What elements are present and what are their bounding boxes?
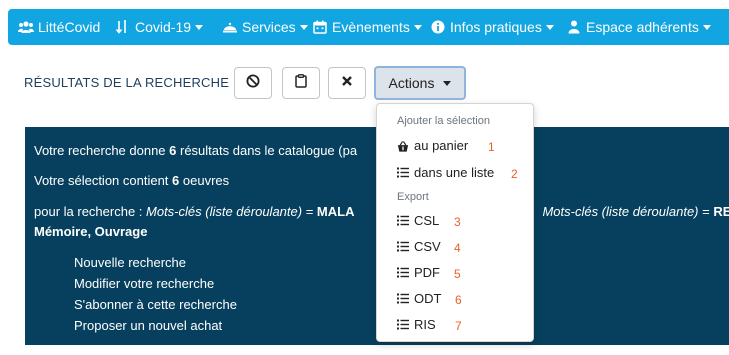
close-button[interactable]: [328, 67, 366, 99]
menu-item-add-to-basket[interactable]: au panier: [397, 138, 468, 153]
dropdown-header-export: Export: [397, 191, 429, 203]
annotation-number: 2: [511, 167, 518, 181]
menu-item-label: au panier: [414, 138, 469, 153]
nav-item-littecovid[interactable]: LittéCovid: [18, 19, 100, 35]
nav-label: Services: [242, 19, 296, 35]
users-icon: [18, 19, 34, 35]
chevron-down-icon: [545, 24, 554, 30]
annotation-number: 1: [488, 140, 495, 154]
list-icon: [397, 241, 409, 253]
list-icon: [397, 319, 409, 331]
nav-item-espace-adherents[interactable]: Espace adhérents: [566, 19, 711, 35]
menu-item-label: CSL: [414, 213, 440, 228]
clipboard-button[interactable]: [282, 67, 320, 99]
results-summary: Votre recherche donne 6 résultats dans l…: [34, 143, 358, 158]
chevron-down-icon: [413, 24, 422, 30]
dropdown-header-selection: Ajouter la sélection: [397, 115, 490, 127]
selection-summary: Votre sélection contient 6 oeuvres: [34, 173, 230, 188]
annotation-number: 6: [455, 293, 462, 307]
nav-item-evenements[interactable]: Evènements: [312, 19, 422, 35]
chevron-down-icon: [195, 24, 204, 30]
annotation-number: 7: [455, 319, 462, 333]
nav-item-services[interactable]: Services: [222, 19, 308, 35]
search-links: Nouvelle recherche Modifier votre recher…: [74, 255, 237, 339]
nav-item-infos-pratiques[interactable]: Infos pratiques: [430, 19, 554, 35]
actions-dropdown-button[interactable]: Actions: [374, 66, 466, 100]
clipboard-icon: [295, 73, 307, 93]
clear-search-button[interactable]: [234, 67, 272, 99]
menu-item-export-ris[interactable]: RIS: [397, 317, 436, 332]
nav-label: LittéCovid: [38, 19, 101, 35]
nav-label: Evènements: [332, 19, 410, 35]
info-circle-icon: [430, 19, 446, 35]
nav-item-covid-19[interactable]: Covid-19: [115, 19, 204, 35]
chevron-down-icon: [702, 24, 711, 30]
menu-item-label: dans une liste: [414, 165, 495, 180]
bell-icon: [222, 19, 238, 35]
list-icon: [397, 267, 409, 279]
annotation-number: 4: [454, 241, 461, 255]
menu-item-export-pdf[interactable]: PDF: [397, 265, 440, 280]
menu-item-export-csl[interactable]: CSL: [397, 213, 439, 228]
actions-dropdown-menu: Ajouter la sélection au panier 1 dans un…: [376, 103, 534, 342]
propose-purchase-link[interactable]: Proposer un nouvel achat: [74, 318, 237, 339]
calendar-icon: [312, 19, 328, 35]
subscribe-search-link[interactable]: S'abonner à cette recherche: [74, 297, 237, 318]
menu-item-export-odt[interactable]: ODT: [397, 291, 441, 306]
menu-item-label: RIS: [414, 317, 436, 332]
user-icon: [566, 19, 582, 35]
main-navbar: LittéCovid Covid-19 Services Evènements …: [8, 9, 729, 45]
menu-item-add-to-list[interactable]: dans une liste: [397, 165, 494, 180]
annotation-number: 3: [454, 215, 461, 229]
close-icon: [341, 74, 353, 92]
sort-icon: [115, 19, 131, 35]
nav-label: Espace adhérents: [586, 19, 699, 35]
nav-label: Infos pratiques: [450, 19, 542, 35]
nav-label: Covid-19: [135, 19, 192, 35]
chevron-down-icon: [299, 24, 308, 30]
basket-icon: [397, 140, 409, 152]
list-icon: [397, 215, 409, 227]
new-search-link[interactable]: Nouvelle recherche: [74, 255, 237, 276]
chevron-down-icon: [443, 80, 452, 86]
list-icon: [397, 167, 409, 179]
list-icon: [397, 293, 409, 305]
menu-item-export-csv[interactable]: CSV: [397, 239, 441, 254]
menu-item-label: CSV: [414, 239, 441, 254]
menu-item-label: PDF: [414, 265, 440, 280]
query-description-line2: Mémoire, Ouvrage: [34, 224, 148, 239]
ban-icon: [246, 74, 260, 93]
modify-search-link[interactable]: Modifier votre recherche: [74, 276, 237, 297]
page-title: RÉSULTATS DE LA RECHERCHE: [24, 75, 230, 90]
menu-item-label: ODT: [414, 291, 442, 306]
annotation-number: 5: [454, 267, 461, 281]
actions-label: Actions: [388, 75, 435, 91]
